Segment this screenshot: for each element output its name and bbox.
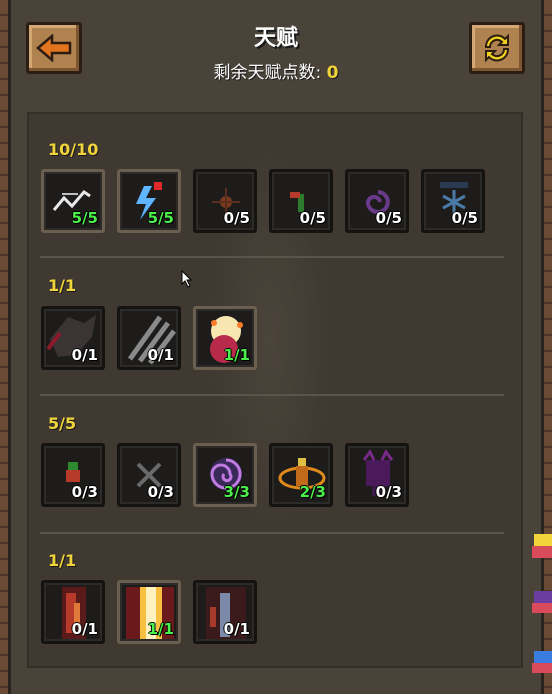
group-label: 1/1	[48, 276, 77, 295]
talent-level: 1/1	[223, 346, 250, 364]
talent-slot[interactable]: 1/1	[193, 306, 257, 370]
talent-slot[interactable]: 2/3	[269, 443, 333, 507]
talent-level: 0/3	[375, 483, 402, 501]
talent-slot[interactable]: 0/1	[117, 306, 181, 370]
talent-slot[interactable]: 0/1	[41, 306, 105, 370]
talent-slot[interactable]: 5/5	[41, 169, 105, 233]
talent-level: 0/1	[71, 346, 98, 364]
talent-slot[interactable]: 1/1	[117, 580, 181, 644]
talent-level: 0/5	[299, 209, 326, 227]
talent-level: 0/5	[451, 209, 478, 227]
talent-level: 2/3	[299, 483, 326, 501]
talent-level: 0/5	[223, 209, 250, 227]
talent-level: 0/1	[223, 620, 250, 638]
talent-slot[interactable]: 0/1	[193, 580, 257, 644]
talent-slot[interactable]: 0/3	[345, 443, 409, 507]
talent-slot[interactable]: 0/3	[117, 443, 181, 507]
group-label: 5/5	[48, 414, 77, 433]
arrow-left-icon	[36, 34, 72, 62]
group-divider	[40, 394, 504, 396]
left-wall	[0, 0, 8, 694]
talent-slot[interactable]: 0/5	[421, 169, 485, 233]
talent-slot[interactable]: 0/3	[41, 443, 105, 507]
mouse-cursor-icon	[181, 270, 193, 288]
talent-level: 3/3	[223, 483, 250, 501]
talent-level: 0/5	[375, 209, 402, 227]
group-divider	[40, 256, 504, 258]
back-button[interactable]	[26, 22, 82, 74]
talent-level: 1/1	[147, 620, 174, 638]
talent-slot[interactable]: 0/5	[193, 169, 257, 233]
refresh-icon	[484, 33, 510, 63]
character-head-icon[interactable]	[530, 530, 552, 560]
talent-level: 5/5	[71, 209, 98, 227]
talent-level: 0/3	[71, 483, 98, 501]
talent-slot[interactable]: 0/5	[345, 169, 409, 233]
talent-level: 0/3	[147, 483, 174, 501]
talent-points-value: 0	[326, 63, 339, 83]
talent-level: 5/5	[147, 209, 174, 227]
talent-level: 0/1	[147, 346, 174, 364]
talent-slot[interactable]: 5/5	[117, 169, 181, 233]
blue-gem-icon[interactable]	[530, 645, 552, 675]
purple-creature-icon[interactable]	[530, 585, 552, 615]
group-divider	[40, 532, 504, 534]
group-label: 1/1	[48, 551, 77, 570]
refresh-button[interactable]	[469, 22, 525, 74]
talent-level: 0/1	[71, 620, 98, 638]
group-label: 10/10	[48, 140, 99, 159]
talent-points-label: 剩余天赋点数:	[213, 63, 327, 83]
talent-slot[interactable]: 0/1	[41, 580, 105, 644]
talent-slot[interactable]: 0/5	[269, 169, 333, 233]
talent-slot[interactable]: 3/3	[193, 443, 257, 507]
